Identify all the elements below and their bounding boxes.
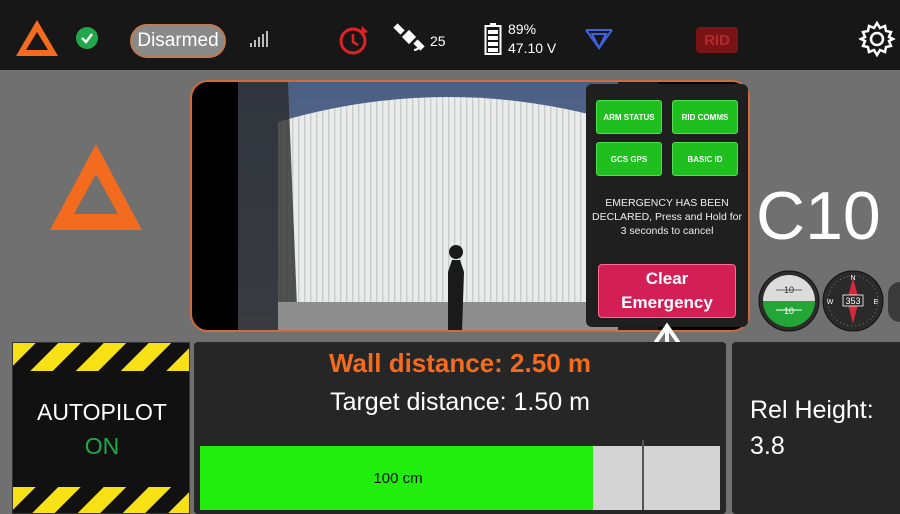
- health-ok-icon[interactable]: [76, 27, 98, 49]
- top-toolbar: Disarmed 25 89% 47.10 V RID: [0, 0, 900, 70]
- basic-id-check-button[interactable]: BASIC ID: [672, 142, 738, 176]
- side-panel-handle[interactable]: [888, 282, 900, 322]
- target-distance: Target distance: 1.50 m: [330, 388, 590, 416]
- compass-indicator[interactable]: 353 N E W: [822, 270, 884, 332]
- heading-value: 353: [845, 296, 860, 306]
- remote-id-badge[interactable]: RID: [696, 27, 738, 53]
- attitude-top-label: 10: [784, 285, 794, 295]
- vehicle-id: C10: [756, 178, 881, 254]
- battery-icon[interactable]: [484, 22, 502, 56]
- autopilot-title: AUTOPILOT: [37, 399, 167, 425]
- autopilot-state: ON: [84, 433, 120, 459]
- arm-status-check-button[interactable]: ARM STATUS: [596, 100, 662, 134]
- hazard-stripes-top: [13, 343, 189, 371]
- autopilot-panel[interactable]: AUTOPILOT ON: [12, 342, 190, 514]
- rel-height-label: Rel Height:: [750, 396, 874, 424]
- return-to-launch-icon[interactable]: [336, 24, 370, 56]
- distance-bar: 100 cm: [200, 440, 720, 510]
- gps-satellite-icon[interactable]: [392, 22, 428, 56]
- compass-e-label: E: [874, 299, 879, 306]
- rid-comms-check-button[interactable]: RID COMMS: [672, 100, 738, 134]
- satellite-count: 25: [430, 33, 446, 49]
- gcs-gps-check-button[interactable]: GCS GPS: [596, 142, 662, 176]
- clear-emergency-button[interactable]: Clear Emergency: [598, 264, 736, 318]
- signal-strength-icon[interactable]: [248, 30, 270, 48]
- clear-emergency-label-line2: Emergency: [621, 293, 713, 312]
- battery-percent: 89%: [508, 21, 537, 37]
- emergency-panel: ARM STATUS RID COMMS GCS GPS BASIC ID EM…: [586, 84, 748, 327]
- brand-logo-icon: [46, 140, 146, 236]
- relative-height-panel: Rel Height: 3.8: [732, 342, 900, 514]
- battery-voltage: 47.10 V: [508, 40, 557, 56]
- app-logo-icon[interactable]: [14, 18, 60, 58]
- attitude-bottom-label: 10: [784, 306, 794, 316]
- flight-mode-icon[interactable]: [584, 28, 614, 50]
- gear-icon[interactable]: [858, 20, 896, 58]
- compass-n-label: N: [850, 275, 855, 282]
- compass-w-label: W: [827, 299, 834, 306]
- emergency-message: EMERGENCY HAS BEEN DECLARED, Press and H…: [592, 197, 742, 237]
- hazard-stripes-bottom: [13, 487, 189, 513]
- attitude-indicator[interactable]: 10 10: [758, 270, 820, 332]
- rel-height-value: 3.8: [750, 432, 785, 460]
- clear-emergency-label-line1: Clear: [645, 269, 689, 288]
- distance-bar-label: 100 cm: [373, 470, 423, 487]
- wall-distance-panel: Wall distance: 2.50 m Target distance: 1…: [194, 342, 726, 514]
- wall-distance: Wall distance: 2.50 m: [328, 348, 592, 378]
- arm-status-button[interactable]: Disarmed: [130, 24, 226, 58]
